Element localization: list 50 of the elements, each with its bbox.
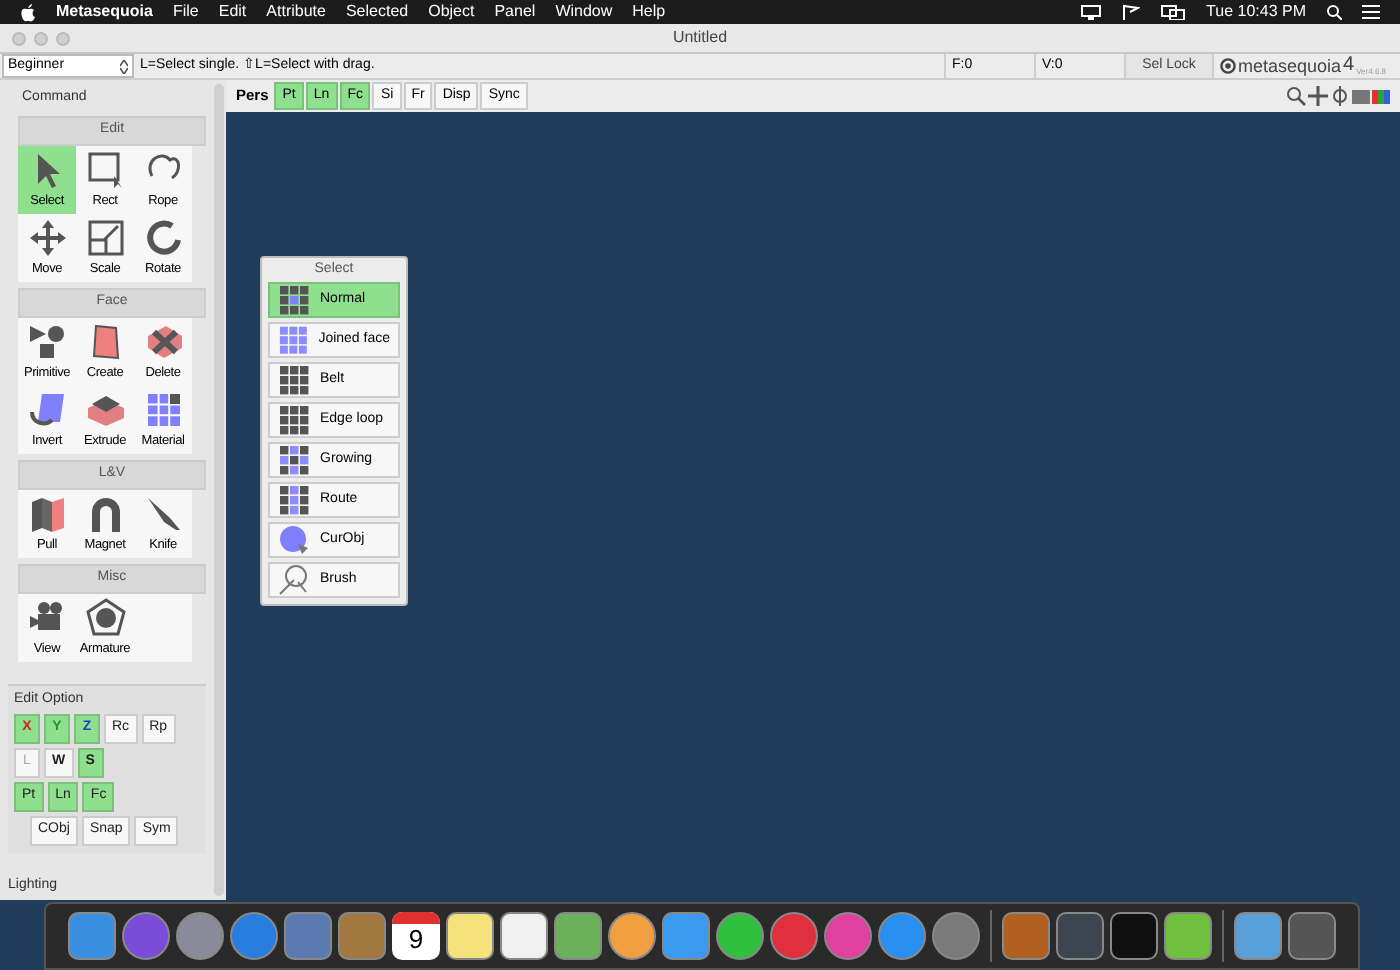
app-icon[interactable] (446, 912, 494, 960)
menu-item[interactable]: Selected (345, 0, 409, 24)
menu-item[interactable]: Window (555, 0, 613, 24)
window-title: Untitled (672, 26, 728, 50)
trash-can-icon[interactable] (1288, 912, 1336, 960)
display-icon[interactable] (1080, 4, 1103, 20)
grid-icon (278, 404, 310, 436)
menu-item[interactable]: Panel (494, 0, 536, 24)
menu-item[interactable]: File (172, 0, 199, 24)
app-icon[interactable] (716, 912, 764, 960)
logo-text: metasequoia (1238, 57, 1342, 75)
grid-icon (278, 284, 310, 316)
circle-cursor-icon (278, 524, 310, 556)
tool-icon (25, 320, 69, 364)
tool-icon (141, 216, 185, 260)
tool-icon (25, 216, 69, 260)
rotate-icon[interactable] (1330, 86, 1350, 106)
move-icon[interactable] (1308, 86, 1328, 106)
list-icon[interactable] (1362, 4, 1380, 20)
flag-icon[interactable] (1122, 4, 1141, 20)
calendar-icon[interactable]: 9 (392, 912, 440, 960)
layout-icon[interactable] (1352, 87, 1392, 105)
menu-item[interactable]: Edit (218, 0, 247, 24)
zoom-icon[interactable] (1286, 86, 1306, 106)
clock[interactable]: Tue 10:43 PM (1206, 0, 1306, 24)
brush-circle-icon (278, 564, 310, 596)
tool-icon (83, 596, 127, 640)
app-menu[interactable]: Metasequoia (56, 0, 153, 24)
apple-icon[interactable] (20, 3, 36, 21)
app-icon[interactable] (1110, 912, 1158, 960)
app-icon[interactable] (554, 912, 602, 960)
menu-item[interactable]: Help (632, 0, 666, 24)
menu-item[interactable]: Attribute (266, 0, 326, 24)
menu-item[interactable]: Object (428, 0, 475, 24)
tool-icon (83, 216, 127, 260)
calendar-date: 9 (408, 924, 424, 956)
app-icon[interactable] (608, 912, 656, 960)
app-icon[interactable] (500, 912, 548, 960)
grid-icon (278, 484, 310, 516)
screen-mirror-icon[interactable] (1160, 4, 1187, 20)
logo-icon (1220, 58, 1236, 74)
updown-icon (120, 59, 128, 73)
app-icon[interactable] (1164, 912, 1212, 960)
app-icon[interactable] (1234, 912, 1282, 960)
search-icon[interactable] (1326, 4, 1342, 20)
grid-icon (278, 324, 309, 356)
scrollbar[interactable] (214, 84, 224, 896)
grid-icon (278, 444, 310, 476)
grid-icon (278, 364, 310, 396)
logo-digit: 4 (1343, 56, 1355, 76)
